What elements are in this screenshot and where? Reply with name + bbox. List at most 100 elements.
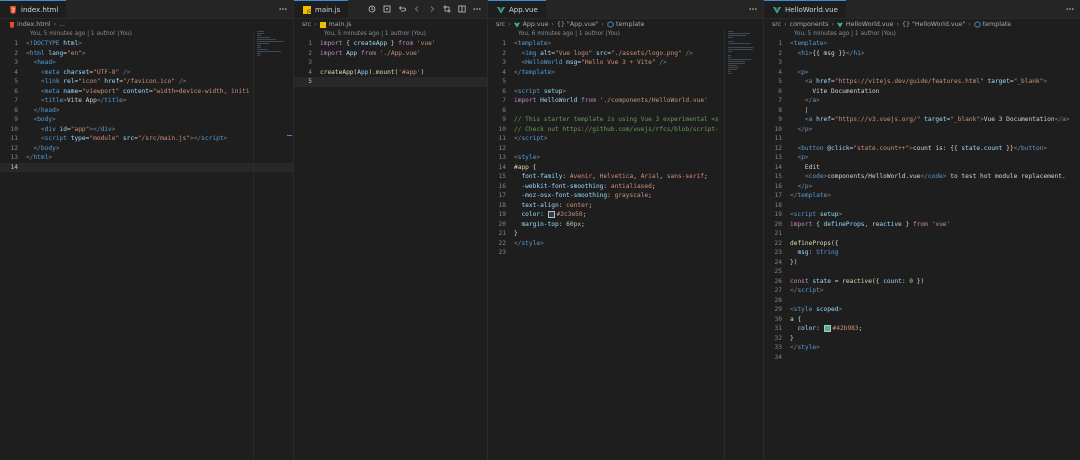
next-change-icon[interactable] [428,5,436,13]
code-line[interactable]: 8 </head> [0,106,293,116]
code-line[interactable]: 7 <title>Vite App</title> [0,96,293,106]
code-area[interactable]: 1 <template> 2 <img alt="Vue logo" src="./… [488,39,763,258]
code-line[interactable]: 33 </style> [764,343,1080,353]
code-line[interactable]: 32} [764,334,1080,344]
breadcrumb-item[interactable]: template [607,21,644,28]
code-line[interactable]: 9 <body> [0,115,293,125]
code-line[interactable]: 11 </script> [488,134,763,144]
more-actions-icon[interactable] [279,5,287,13]
more-actions-icon[interactable] [749,5,757,13]
code-line[interactable]: 20 margin-top: 60px; [488,220,763,230]
breadcrumb-item[interactable]: {} "HelloWorld.vue" [902,21,965,28]
code-line[interactable]: 31 color: #42b983; [764,324,1080,334]
code-line[interactable]: 21 [764,229,1080,239]
code-line[interactable]: 9 // This starter template is using Vue 3… [488,115,763,125]
more-actions-icon[interactable] [473,5,481,13]
code-line[interactable]: 10 <div id="app"></div> [0,125,293,135]
code-line[interactable]: 2 <html lang="en"> [0,49,293,59]
code-line[interactable]: 3 [294,58,487,68]
code-line[interactable]: 13 <style> [488,153,763,163]
code-line[interactable]: 6 <script setup> [488,87,763,97]
code-line[interactable]: 30 a { [764,315,1080,325]
code-line[interactable]: 17 </template> [764,191,1080,201]
breadcrumb-item[interactable]: components [790,21,829,28]
breadcrumb-item[interactable]: src [496,21,505,28]
code-line[interactable]: 14 Edit [764,163,1080,173]
code-line[interactable]: 3 [764,58,1080,68]
code-line[interactable]: 4 <meta charset="UTF-8" /> [0,68,293,78]
timeline-icon[interactable] [368,5,376,13]
open-changes-icon[interactable] [383,5,391,13]
scrollbar[interactable] [756,29,763,460]
code-line[interactable]: 19 <script setup> [764,210,1080,220]
code-line[interactable]: 19 color: #2c3e50; [488,210,763,220]
code-line[interactable]: 13 </html> [0,153,293,163]
code-line[interactable]: 11 [764,134,1080,144]
code-line[interactable]: 12 [488,144,763,154]
codelens-author[interactable]: You, 5 minutes ago | 1 author (You) [294,30,487,39]
code-line[interactable]: 10 </p> [764,125,1080,135]
code-line[interactable]: 5 [488,77,763,87]
code-line[interactable]: 26 const state = reactive({ count: 0 }) [764,277,1080,287]
code-line[interactable]: 8 | [764,106,1080,116]
code-line[interactable]: 29 <style scoped> [764,305,1080,315]
scrollbar[interactable] [286,29,293,460]
code-line[interactable]: 16 </p> [764,182,1080,192]
codelens-author[interactable]: You, 6 minutes ago | 1 author (You) [488,30,763,39]
code-line[interactable]: 12 <button @click="state.count++">count … [764,144,1080,154]
more-actions-icon[interactable] [1066,5,1074,13]
split-editor-icon[interactable] [458,5,466,13]
code-line[interactable]: 1 <!DOCTYPE html> [0,39,293,49]
code-line[interactable]: 16 -webkit-font-smoothing: antialiased; [488,182,763,192]
code-line[interactable]: 4 </template> [488,68,763,78]
code-line[interactable]: 8 [488,106,763,116]
tab-app-vue[interactable]: App.vue [488,0,546,18]
code-line[interactable]: 18 [764,201,1080,211]
code-line[interactable]: 7 </a> [764,96,1080,106]
breadcrumb-item[interactable]: App.vue [514,21,549,28]
code-line[interactable]: 5 <a href="https://vitejs.dev/guide/feat… [764,77,1080,87]
code-line[interactable]: 22 defineProps({ [764,239,1080,249]
scrollbar[interactable] [1073,29,1080,460]
minimap[interactable] [253,29,288,460]
code-line[interactable]: 25 [764,267,1080,277]
code-line[interactable]: 14 #app { [488,163,763,173]
code-line[interactable]: 21} [488,229,763,239]
tab-main-js[interactable]: JS main.js [294,0,349,18]
code-line[interactable]: 6 Vite Documentation [764,87,1080,97]
code-line[interactable]: 9 <a href="https://v3.vuejs.org/" target… [764,115,1080,125]
code-area[interactable]: 1 <template> 2 <h1>{{ msg }}</h1> 3 4 <p> 5 <… [764,39,1080,362]
code-line[interactable]: 7 import HelloWorld from './components/He… [488,96,763,106]
codelens-author[interactable]: You, 5 minutes ago | 1 author (You) [0,30,293,39]
code-line[interactable]: 34 [764,353,1080,363]
code-line[interactable]: 1 import { createApp } from 'vue' [294,39,487,49]
code-line[interactable]: 5 [294,77,487,87]
code-line[interactable]: 23 [488,248,763,258]
code-line[interactable]: 5 <link rel="icon" href="/favicon.ico" /… [0,77,293,87]
code-line[interactable]: 20 import { defineProps, reactive } from … [764,220,1080,230]
code-line[interactable]: 3 <HelloWorld msg="Hello Vue 3 + Vite" /… [488,58,763,68]
scrollbar[interactable] [480,29,487,460]
code-area[interactable]: 1 import { createApp } from 'vue' 2 import … [294,39,487,87]
breadcrumb-item[interactable]: ... [59,21,65,28]
previous-change-icon[interactable] [413,5,421,13]
breadcrumb-item[interactable]: src [772,21,781,28]
code-line[interactable]: 1 <template> [764,39,1080,49]
code-line[interactable]: 6 <meta name="viewport" content="width=d… [0,87,293,97]
code-line[interactable]: 3 <head> [0,58,293,68]
code-line[interactable]: 12 </body> [0,144,293,154]
code-line[interactable]: 1 <template> [488,39,763,49]
breadcrumb-item[interactable]: main.js [320,21,351,28]
code-line[interactable]: 23 msg: String [764,248,1080,258]
code-line[interactable]: 22 </style> [488,239,763,249]
code-line[interactable]: 17 -moz-osx-font-smoothing: grayscale; [488,191,763,201]
tab-index-html[interactable]: index.html [0,0,67,18]
code-line[interactable]: 2 <h1>{{ msg }}</h1> [764,49,1080,59]
code-line[interactable]: 15 <code>components/HelloWorld.vue</code… [764,172,1080,182]
code-area[interactable]: 1 <!DOCTYPE html> 2 <html lang="en"> 3 <head… [0,39,293,172]
code-line[interactable]: 2 import App from './App.vue' [294,49,487,59]
breadcrumb-item[interactable]: HelloWorld.vue [837,21,894,28]
code-line[interactable]: 13 <p> [764,153,1080,163]
code-line[interactable]: 4 createApp(App).mount('#app') [294,68,487,78]
color-swatch[interactable] [547,210,555,218]
